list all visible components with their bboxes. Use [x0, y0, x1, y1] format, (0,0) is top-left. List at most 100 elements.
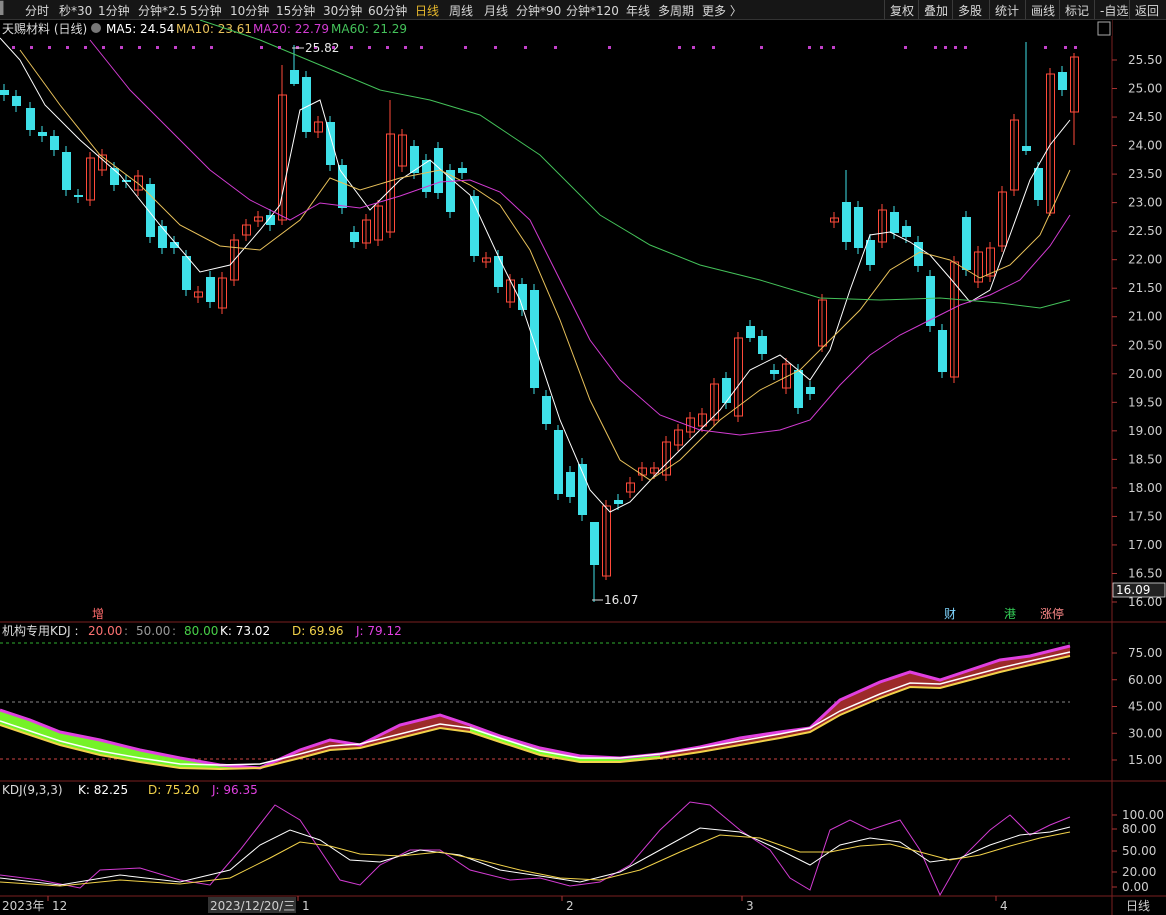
price-tick-label: 25.00 [1128, 82, 1162, 96]
signal-dot [368, 46, 371, 49]
signal-dot [760, 46, 763, 49]
candle-down [854, 207, 863, 248]
price-tick-label: 22.50 [1128, 224, 1162, 238]
candle-down [326, 122, 335, 165]
period-tab[interactable]: 5分钟 [190, 2, 222, 19]
kdj1-value: D: 69.96 [292, 624, 343, 638]
ma5-line [0, 37, 1071, 513]
period-tab[interactable]: 分时 [25, 2, 49, 19]
menu-handle-icon[interactable]: ▍ [0, 1, 9, 15]
date-label: 1 [302, 899, 310, 913]
price-tick-label: 23.50 [1128, 167, 1162, 181]
svg-text::: : [172, 624, 176, 638]
price-tick-label: 19.00 [1128, 424, 1162, 438]
signal-dot [820, 46, 823, 49]
period-tab[interactable]: 1分钟 [98, 2, 130, 19]
signal-dot [48, 46, 51, 49]
kdj2-tick-label: 20.00 [1122, 865, 1156, 879]
period-tab[interactable]: 周线 [449, 2, 473, 19]
date-label: 2023/12/20/三 [210, 899, 295, 913]
kdj1-value: J: 79.12 [355, 624, 402, 638]
kdj1-param: 80.00 [184, 624, 218, 638]
candle-down [566, 472, 575, 497]
signal-dot [944, 46, 947, 49]
price-tick-label: 18.00 [1128, 481, 1162, 495]
signal-dot [84, 46, 87, 49]
period-tab[interactable]: 分钟*2.5 [138, 2, 187, 19]
period-tab[interactable]: 日线 [415, 2, 439, 19]
signal-dot [954, 46, 957, 49]
price-tick-label: 25.50 [1128, 53, 1162, 67]
candle-down [158, 226, 167, 248]
kline-chart-area[interactable]: 天赐材料 (日线) MA5: 24.54 MA10: 23.61 MA20: 22.7… [0, 20, 1166, 915]
kdj2-value: J: 96.35 [211, 783, 258, 797]
event-marker: 增 [92, 607, 104, 621]
date-label: 3 [746, 899, 754, 913]
signal-dot [66, 46, 69, 49]
period-tab[interactable]: 60分钟 [368, 2, 407, 19]
date-label: 2 [566, 899, 574, 913]
candle-down [614, 500, 623, 504]
candle-down [530, 290, 539, 388]
signal-dot [494, 46, 497, 49]
toolbar-button[interactable]: -自选 [1094, 0, 1133, 19]
period-toolbar: ▍ 分时 秒*30 1分钟 分钟*2.5 5分钟 10分钟 15分钟 30分钟 60分钟 日线 周线… [0, 0, 1166, 20]
toolbar-button[interactable]: 叠加 [918, 0, 953, 19]
toolbar-button[interactable]: 返回 [1129, 0, 1164, 19]
period-tab[interactable]: 分钟*120 [566, 2, 619, 19]
kdj2-tick-label: 0.00 [1122, 880, 1149, 894]
period-tab[interactable]: 更多 〉 [702, 2, 742, 19]
candle-down [542, 396, 551, 424]
date-label: 4 [1000, 899, 1008, 913]
signal-dot [192, 46, 195, 49]
kdj1-value: K: 73.02 [220, 624, 270, 638]
price-tick-label: 23.00 [1128, 196, 1162, 210]
signal-dot [692, 46, 695, 49]
toolbar-button[interactable]: 标记 [1059, 0, 1094, 19]
candle-down [338, 165, 347, 208]
candle-down [290, 70, 299, 84]
kdj2-value: D: 75.20 [148, 783, 199, 797]
toolbar-button[interactable]: 统计 [989, 0, 1024, 19]
kdj1-tick-label: 75.00 [1128, 646, 1162, 660]
period-tab[interactable]: 月线 [484, 2, 508, 19]
signal-dot [964, 46, 967, 49]
price-tick-label: 20.00 [1128, 367, 1162, 381]
signal-dots [12, 46, 1077, 49]
toolbar-button[interactable]: 多股 [952, 0, 987, 19]
candle-down [26, 108, 35, 130]
candle-down [902, 226, 911, 237]
price-tick-label: 21.00 [1128, 310, 1162, 324]
period-tab[interactable]: 秒*30 [59, 2, 92, 19]
candle-down [758, 336, 767, 354]
svg-text::: : [124, 624, 128, 638]
toolbar-button[interactable]: 画线 [1025, 0, 1060, 19]
kdj2-name: KDJ(9,3,3) [2, 783, 63, 797]
kdj1-param: 50.00 [136, 624, 170, 638]
period-tab[interactable]: 15分钟 [276, 2, 315, 19]
period-tab[interactable]: 年线 [626, 2, 650, 19]
kdj2-tick-label: 50.00 [1122, 844, 1156, 858]
signal-dot [1074, 46, 1077, 49]
candle-down [842, 202, 851, 242]
period-tab[interactable]: 分钟*90 [516, 2, 561, 19]
candle-down [746, 326, 755, 338]
candle-down [50, 136, 59, 150]
signal-dot [12, 46, 15, 49]
kdj1-tick-label: 30.00 [1128, 726, 1162, 740]
candle-down [74, 195, 83, 197]
signal-dot [678, 46, 681, 49]
candle-down [938, 330, 947, 372]
date-label: 12 [52, 899, 67, 913]
period-tab[interactable]: 10分钟 [230, 2, 269, 19]
kdj1-name: 机构专用KDJ : [2, 623, 79, 638]
signal-dot [608, 46, 611, 49]
period-tab[interactable]: 多周期 [658, 2, 694, 19]
candle-down [590, 522, 599, 565]
signal-dot [138, 46, 141, 49]
signal-dot [464, 46, 467, 49]
period-tab[interactable]: 30分钟 [323, 2, 362, 19]
signal-dot [102, 46, 105, 49]
toolbar-button[interactable]: 复权 [884, 0, 919, 19]
kdj1-tick-label: 60.00 [1128, 673, 1162, 687]
